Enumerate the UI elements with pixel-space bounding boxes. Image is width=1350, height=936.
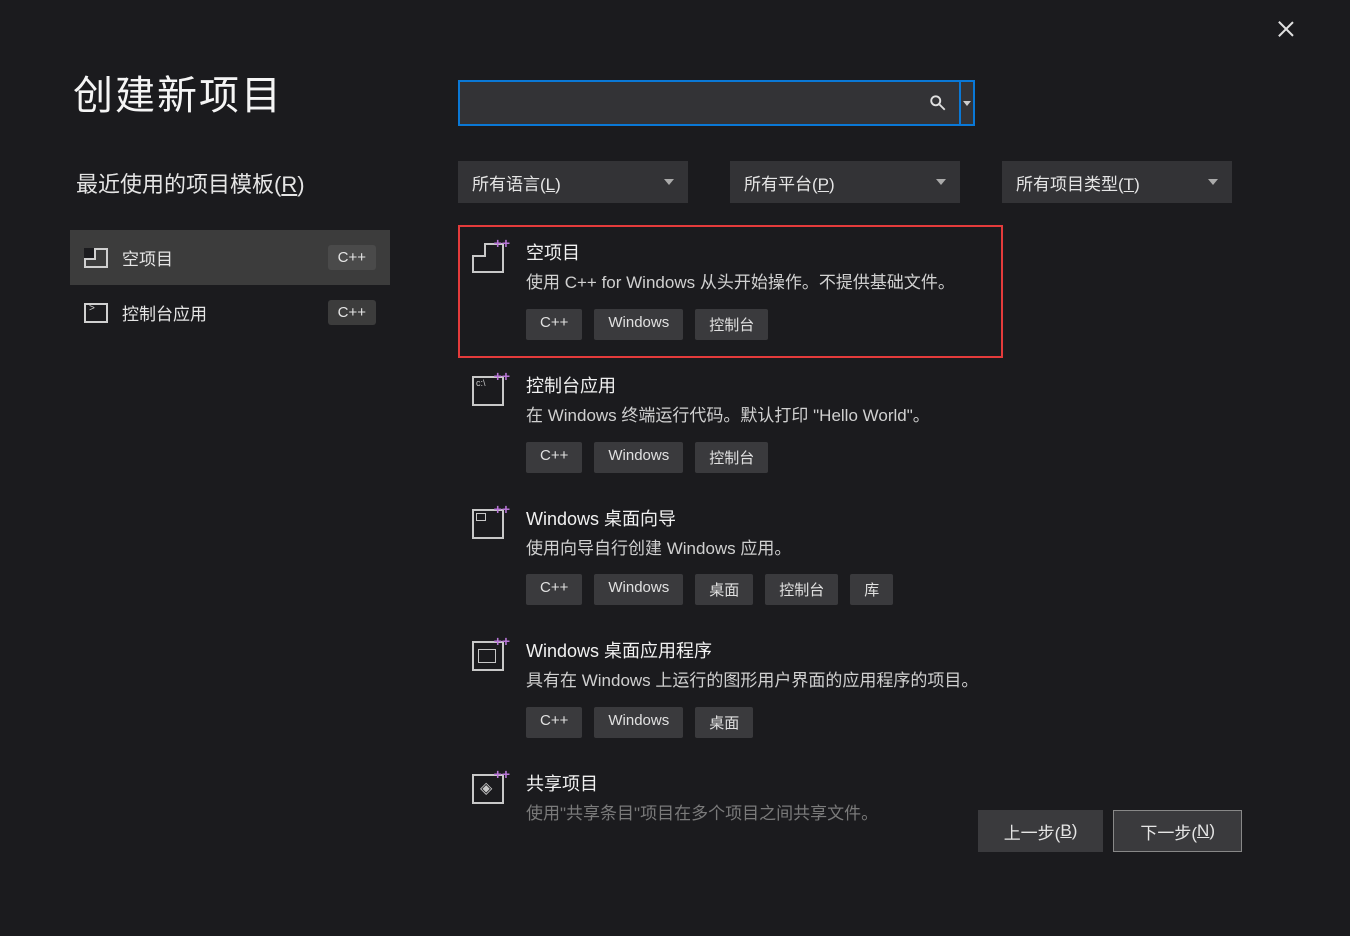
page-title: 创建新项目 — [73, 63, 283, 121]
template-item-4[interactable]: ++ 共享项目使用"共享条目"项目在多个项目之间共享文件。 — [458, 756, 1003, 858]
template-tag: C++ — [526, 309, 582, 340]
filter-dropdown-1[interactable]: 所有平台(P) — [730, 161, 960, 203]
language-badge: C++ — [328, 300, 376, 325]
template-tag: C++ — [526, 707, 582, 738]
template-description: 使用"共享条目"项目在多个项目之间共享文件。 — [526, 802, 991, 826]
next-button[interactable]: 下一步(N) — [1113, 810, 1242, 852]
template-tag: Windows — [594, 707, 683, 738]
filter-bar: 所有语言(L) 所有平台(P) 所有项目类型(T) — [458, 161, 1232, 203]
template-tag: 桌面 — [695, 707, 753, 738]
search-icon[interactable] — [929, 94, 947, 112]
search-dropdown-toggle[interactable] — [961, 80, 975, 126]
template-icon: ++ — [472, 509, 504, 539]
filter-dropdown-2[interactable]: 所有项目类型(T) — [1002, 161, 1232, 203]
filter-dropdown-0[interactable]: 所有语言(L) — [458, 161, 688, 203]
template-tag: 控制台 — [695, 309, 768, 340]
template-icon — [84, 303, 108, 323]
template-tag: Windows — [594, 442, 683, 473]
back-button[interactable]: 上一步(B) — [978, 810, 1104, 852]
template-tag: 控制台 — [695, 442, 768, 473]
recent-item-0[interactable]: 空项目 C++ — [70, 230, 390, 285]
template-list: ++ 空项目使用 C++ for Windows 从头开始操作。不提供基础文件。 C… — [458, 225, 1003, 858]
template-tags: C++ Windows 控制台 — [526, 442, 991, 473]
template-tag: 库 — [850, 574, 893, 605]
template-description: 在 Windows 终端运行代码。默认打印 "Hello World"。 — [526, 404, 991, 428]
template-icon: ++ — [472, 243, 504, 273]
template-tag: 桌面 — [695, 574, 753, 605]
template-tags: C++ Windows 控制台 — [526, 309, 991, 340]
search-input[interactable] — [458, 80, 961, 126]
template-tag: C++ — [526, 442, 582, 473]
recent-item-name: 控制台应用 — [122, 300, 207, 325]
template-tag: Windows — [594, 574, 683, 605]
template-tag: Windows — [594, 309, 683, 340]
template-tags: C++ Windows 桌面控制台库 — [526, 574, 991, 605]
template-title: Windows 桌面应用程序 — [526, 637, 991, 663]
language-badge: C++ — [328, 245, 376, 270]
close-button[interactable] — [1277, 20, 1295, 38]
template-description: 使用 C++ for Windows 从头开始操作。不提供基础文件。 — [526, 271, 991, 295]
template-title: 控制台应用 — [526, 372, 991, 398]
template-icon — [84, 248, 108, 268]
template-icon: ++ — [472, 641, 504, 671]
recent-item-name: 空项目 — [122, 245, 173, 270]
template-item-3[interactable]: ++ Windows 桌面应用程序具有在 Windows 上运行的图形用户界面的应… — [458, 623, 1003, 756]
template-title: 共享项目 — [526, 770, 991, 796]
template-description: 具有在 Windows 上运行的图形用户界面的应用程序的项目。 — [526, 669, 991, 693]
template-tag: C++ — [526, 574, 582, 605]
search-container — [458, 80, 975, 126]
template-title: 空项目 — [526, 239, 991, 265]
recent-templates-heading: 最近使用的项目模板(R) — [76, 167, 305, 199]
template-tag: 控制台 — [765, 574, 838, 605]
recent-templates-list: 空项目 C++ 控制台应用 C++ — [70, 230, 390, 340]
template-description: 使用向导自行创建 Windows 应用。 — [526, 537, 991, 561]
recent-item-1[interactable]: 控制台应用 C++ — [70, 285, 390, 340]
template-title: Windows 桌面向导 — [526, 505, 991, 531]
template-icon: ++ — [472, 376, 504, 406]
template-item-0[interactable]: ++ 空项目使用 C++ for Windows 从头开始操作。不提供基础文件。 C… — [458, 225, 1003, 358]
template-tags: C++ Windows 桌面 — [526, 707, 991, 738]
footer-buttons: 上一步(B) 下一步(N) — [978, 810, 1242, 852]
template-icon: ++ — [472, 774, 504, 804]
template-item-2[interactable]: ++ Windows 桌面向导使用向导自行创建 Windows 应用。 C++ Win… — [458, 491, 1003, 624]
template-item-1[interactable]: ++ 控制台应用在 Windows 终端运行代码。默认打印 "Hello Worl… — [458, 358, 1003, 491]
